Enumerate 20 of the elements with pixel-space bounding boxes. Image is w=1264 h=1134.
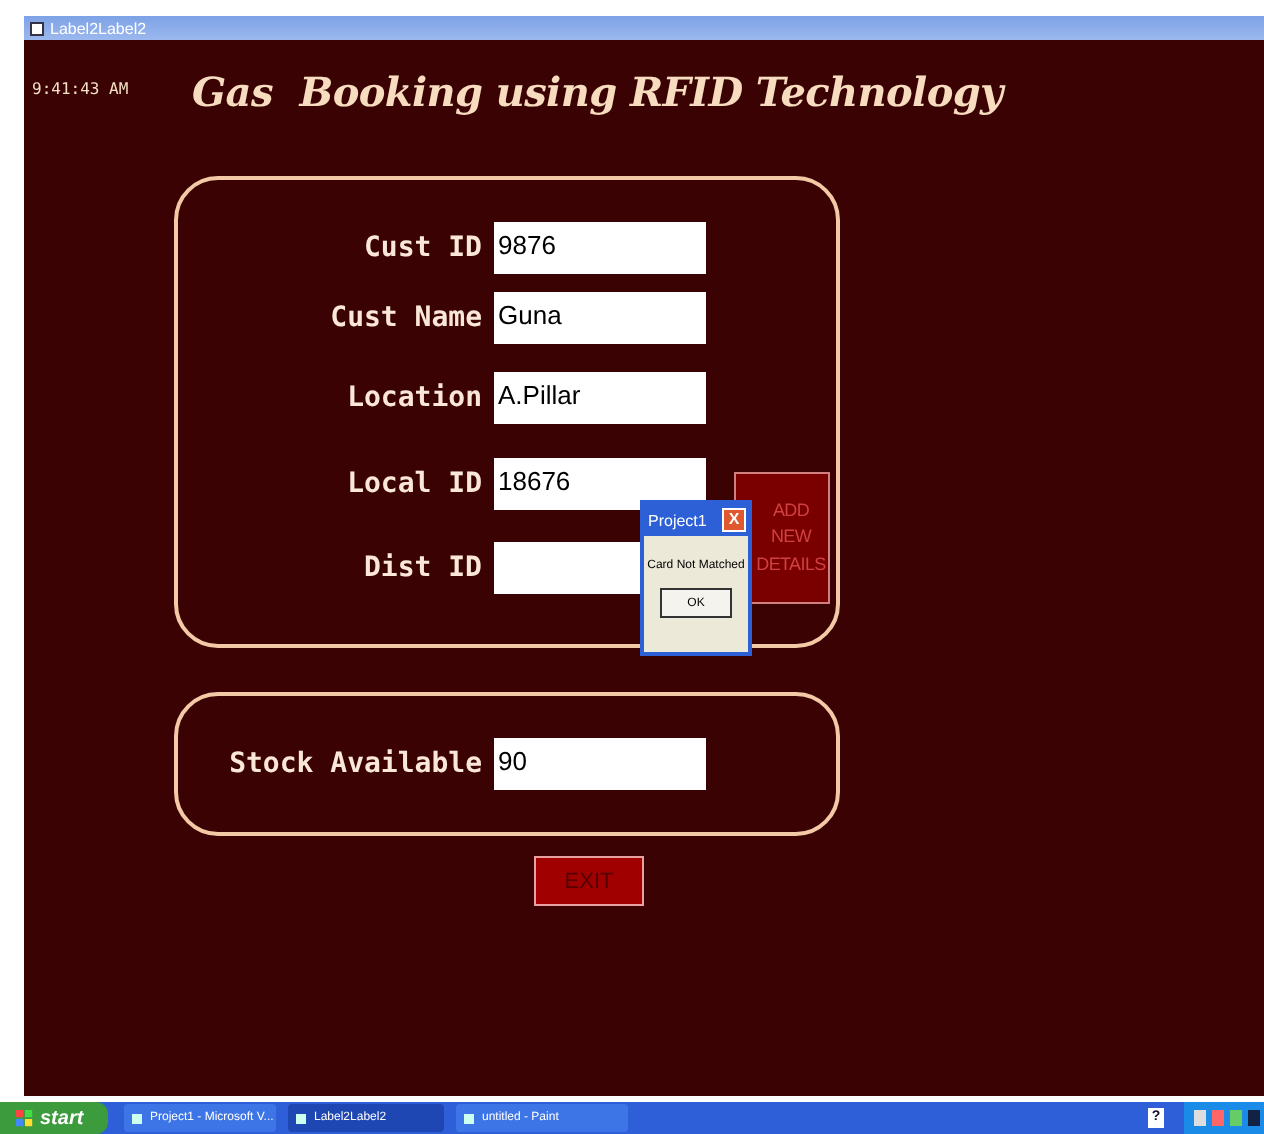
close-button[interactable]: X [722, 508, 746, 532]
field-label: Stock Available [227, 748, 484, 780]
field-label: Dist ID [361, 552, 484, 584]
windows-logo-icon [16, 1109, 34, 1127]
start-button[interactable]: start [0, 1102, 108, 1134]
field-label: Location [345, 382, 484, 414]
system-tray [1184, 1102, 1264, 1134]
input-field[interactable]: A.Pillar [494, 372, 706, 424]
window-title: Label2Label2 [50, 19, 147, 37]
input-field[interactable]: 18676 [494, 457, 706, 509]
field-label: Cust Name [328, 302, 484, 334]
input-field[interactable]: 9876 [494, 222, 706, 274]
field-label: Cust ID [361, 232, 484, 264]
page-heading: Gas Booking using RFID Technology [192, 68, 1003, 116]
window-icon [30, 21, 44, 35]
field-label: Local ID [345, 467, 484, 499]
input-field[interactable]: Guna [494, 292, 706, 344]
input-field[interactable]: 90 [494, 738, 706, 790]
dialog-title: Project1 [648, 511, 707, 529]
clock-label: 9:41:43 AM [32, 80, 131, 98]
